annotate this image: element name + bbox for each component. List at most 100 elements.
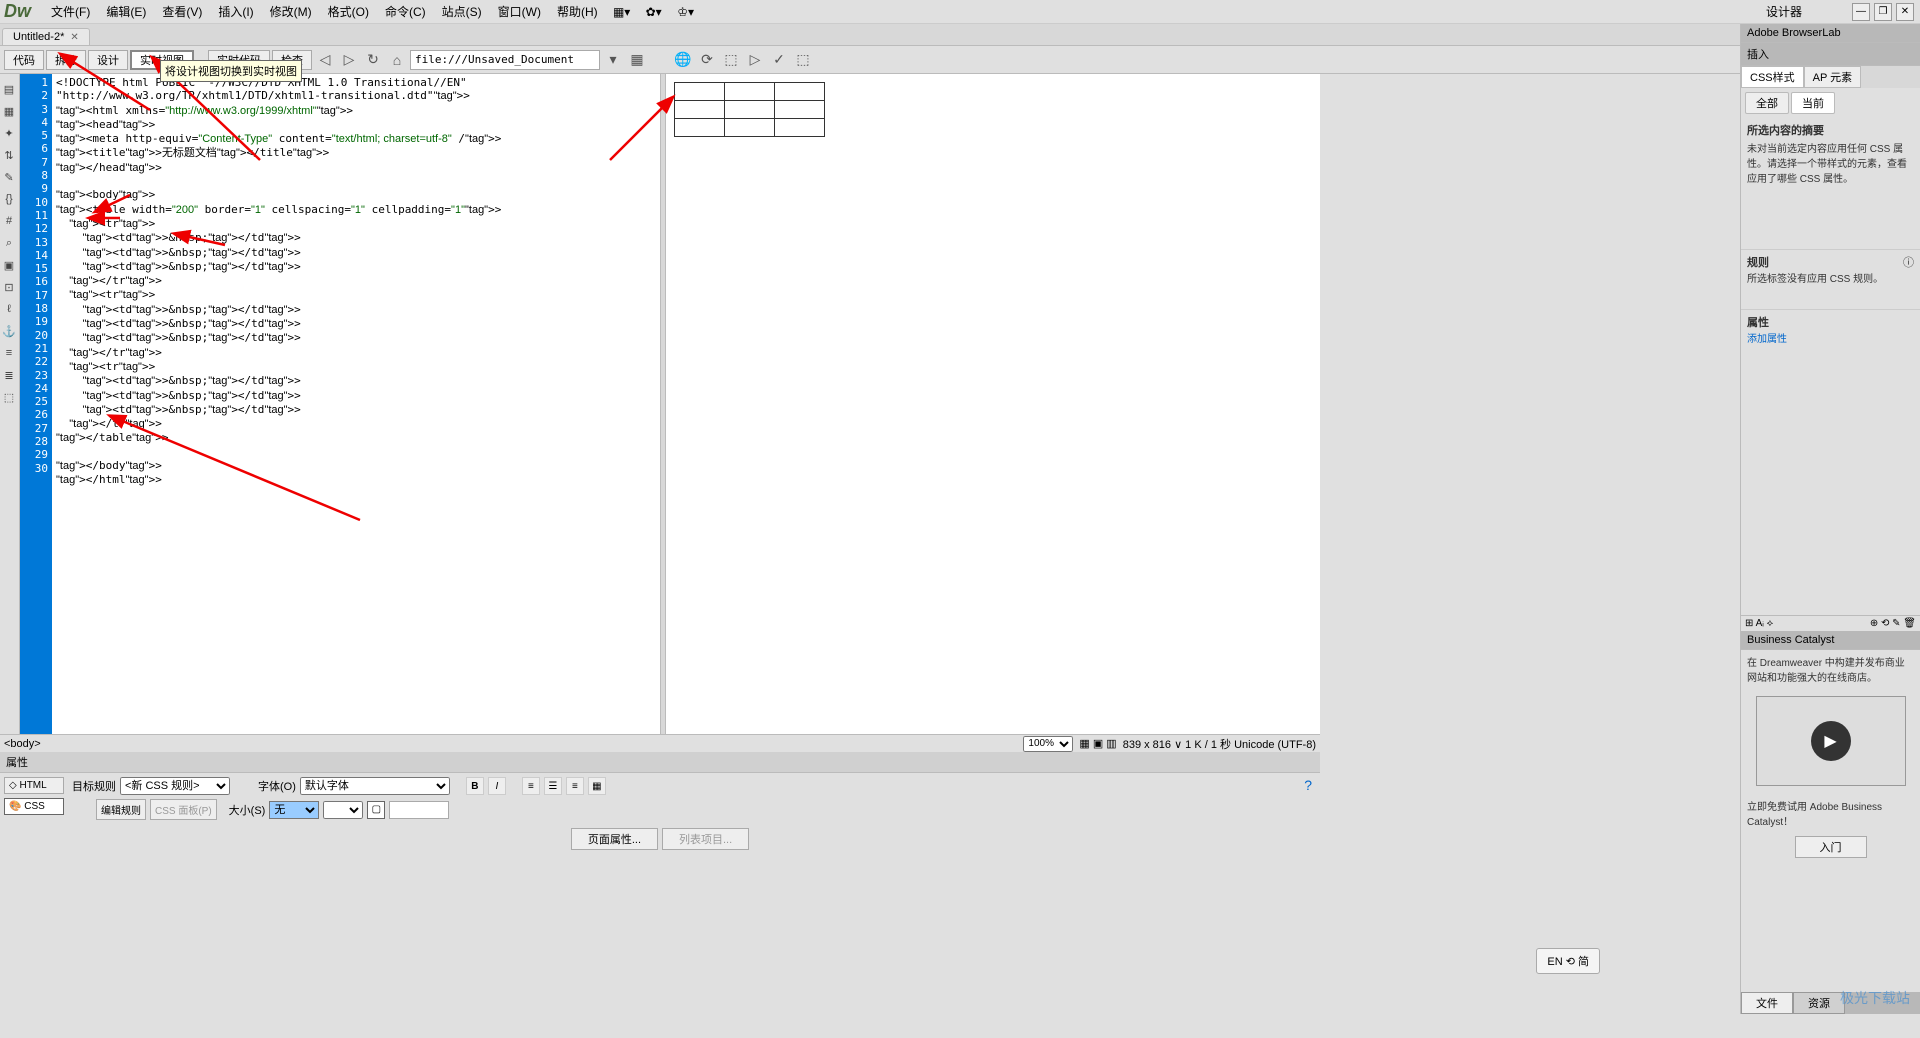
- props-css-button[interactable]: 🎨 CSS: [4, 798, 64, 815]
- play-icon[interactable]: ▶: [1811, 721, 1851, 761]
- unit-select[interactable]: [323, 801, 363, 819]
- menu-help[interactable]: 帮助(H): [549, 1, 606, 22]
- close-button[interactable]: ✕: [1896, 3, 1914, 21]
- tool-icon-4[interactable]: ⬚: [720, 49, 742, 71]
- extend-icon[interactable]: ✿▾: [642, 3, 666, 21]
- align-justify-button[interactable]: ▦: [588, 777, 606, 795]
- tab-close-icon[interactable]: ✕: [70, 32, 78, 43]
- menu-view[interactable]: 查看(V): [154, 1, 210, 22]
- resources-tab[interactable]: 资源: [1793, 992, 1845, 1014]
- code-tool-9[interactable]: ▣: [0, 256, 18, 274]
- bc-description: 在 Dreamweaver 中构建并发布商业网站和功能强大的在线商店。: [1741, 650, 1920, 688]
- code-tool-1[interactable]: ▤: [0, 80, 18, 98]
- tool-icon-3[interactable]: ⟳: [696, 49, 718, 71]
- code-tool-10[interactable]: ⊡: [0, 278, 18, 296]
- menu-site[interactable]: 站点(S): [434, 1, 490, 22]
- menu-insert[interactable]: 插入(I): [210, 1, 261, 22]
- code-tool-3[interactable]: ✦: [0, 124, 18, 142]
- ap-elements-tab[interactable]: AP 元素: [1804, 66, 1862, 88]
- font-select[interactable]: 默认字体: [300, 777, 450, 795]
- italic-button[interactable]: I: [488, 777, 506, 795]
- tooltip-live-view: 将设计视图切换到实时视图: [160, 60, 302, 82]
- menu-edit[interactable]: 编辑(E): [98, 1, 154, 22]
- rules-info-icon[interactable]: ⓘ: [1903, 254, 1914, 270]
- code-tool-11[interactable]: ℓ: [0, 300, 18, 318]
- page-properties-button[interactable]: 页面属性...: [571, 828, 658, 850]
- edit-rule-button[interactable]: 编辑规则: [96, 799, 146, 820]
- minimize-button[interactable]: —: [1852, 3, 1870, 21]
- menu-modify[interactable]: 修改(M): [262, 1, 320, 22]
- tool-icon-5[interactable]: ▷: [744, 49, 766, 71]
- menu-commands[interactable]: 命令(C): [377, 1, 434, 22]
- code-tool-14[interactable]: ≣: [0, 366, 18, 384]
- code-tool-5[interactable]: ✎: [0, 168, 18, 186]
- preview-table[interactable]: [674, 82, 825, 137]
- css-panel-button[interactable]: CSS 面板(P): [150, 799, 217, 820]
- site-icon[interactable]: ♔▾: [674, 3, 698, 21]
- code-tool-2[interactable]: ▦: [0, 102, 18, 120]
- properties-title[interactable]: 属性: [0, 752, 1320, 773]
- ime-indicator[interactable]: EN ⟲ 简: [1536, 948, 1600, 974]
- dropdown-icon[interactable]: ▾: [602, 49, 624, 71]
- align-left-button[interactable]: ≡: [522, 777, 540, 795]
- code-tool-12[interactable]: ⚓: [0, 322, 18, 340]
- bc-trial-link[interactable]: 立即免费试用 Adobe Business Catalyst！: [1741, 794, 1920, 832]
- code-tool-4[interactable]: ⇅: [0, 146, 18, 164]
- main-area: ▤ ▦ ✦ ⇅ ✎ {} # ⌕ ▣ ⊡ ℓ ⚓ ≡ ≣ ⬚ 123456789…: [0, 74, 1320, 734]
- menu-file[interactable]: 文件(F): [43, 1, 98, 22]
- tool-icon-6[interactable]: ✓: [768, 49, 790, 71]
- tool-icon-7[interactable]: ⬚: [792, 49, 814, 71]
- refresh-icon[interactable]: ↻: [362, 49, 384, 71]
- tool-icon-1[interactable]: ▦: [626, 49, 648, 71]
- home-icon[interactable]: ⌂: [386, 49, 408, 71]
- css-panel-icons-right[interactable]: ⊕ ⟲ ✎ 🗑: [1870, 618, 1916, 629]
- workspace-designer[interactable]: 设计器: [1758, 1, 1810, 22]
- menu-format[interactable]: 格式(O): [320, 1, 377, 22]
- css-panel-icons-left[interactable]: ⊞ Aᵢ ⟡: [1745, 618, 1773, 629]
- css-styles-tab[interactable]: CSS样式: [1741, 66, 1804, 88]
- view-icons[interactable]: ▦ ▣ ▥: [1079, 737, 1116, 750]
- business-catalyst-header[interactable]: Business Catalyst: [1741, 631, 1920, 650]
- code-tool-13[interactable]: ≡: [0, 344, 18, 362]
- bc-start-button[interactable]: 入门: [1795, 836, 1867, 858]
- code-editor[interactable]: 1234567891011121314151617181920212223242…: [20, 74, 660, 734]
- design-preview[interactable]: [666, 74, 1320, 734]
- code-tool-15[interactable]: ⬚: [0, 388, 18, 406]
- document-tabs: Untitled-2* ✕: [0, 24, 1920, 46]
- props-html-button[interactable]: ◇ HTML: [4, 777, 64, 794]
- bold-button[interactable]: B: [466, 777, 484, 795]
- view-design-button[interactable]: 设计: [88, 50, 128, 70]
- insert-panel-header[interactable]: 插入: [1741, 43, 1920, 66]
- tool-icon-2[interactable]: 🌐: [672, 49, 694, 71]
- maximize-button[interactable]: ❐: [1874, 3, 1892, 21]
- layout-icon[interactable]: ▦▾: [610, 3, 634, 21]
- browserlab-panel-header[interactable]: Adobe BrowserLab: [1741, 24, 1920, 43]
- css-current-button[interactable]: 当前: [1791, 92, 1835, 114]
- files-tab[interactable]: 文件: [1741, 992, 1793, 1014]
- code-tool-8[interactable]: ⌕: [0, 234, 18, 252]
- align-center-button[interactable]: ☰: [544, 777, 562, 795]
- file-tab-untitled[interactable]: Untitled-2* ✕: [2, 28, 90, 45]
- nav-forward-icon[interactable]: ▷: [338, 49, 360, 71]
- view-split-button[interactable]: 拆分: [46, 50, 86, 70]
- zoom-selector[interactable]: 100%: [1023, 736, 1073, 752]
- align-right-button[interactable]: ≡: [566, 777, 584, 795]
- css-all-button[interactable]: 全部: [1745, 92, 1789, 114]
- code-content[interactable]: <!DOCTYPE html PUBLIC "-//W3C//DTD XHTML…: [52, 74, 660, 734]
- list-item-button: 列表项目...: [662, 828, 749, 850]
- color-swatch[interactable]: ▢: [367, 801, 385, 819]
- size-select[interactable]: 无: [269, 801, 319, 819]
- tag-selector-bar: <body> 100% ▦ ▣ ▥ 839 x 816 ∨ 1 K / 1 秒 …: [0, 734, 1320, 752]
- menu-window[interactable]: 窗口(W): [490, 1, 549, 22]
- help-icon[interactable]: ?: [1304, 777, 1312, 820]
- add-property-link[interactable]: 添加属性: [1747, 330, 1914, 345]
- tag-selector[interactable]: <body>: [4, 738, 41, 750]
- target-rule-select[interactable]: <新 CSS 规则>: [120, 777, 230, 795]
- code-tool-6[interactable]: {}: [0, 190, 18, 208]
- bc-video-thumbnail[interactable]: ▶: [1756, 696, 1906, 786]
- address-input[interactable]: [410, 50, 600, 70]
- code-tool-7[interactable]: #: [0, 212, 18, 230]
- view-code-button[interactable]: 代码: [4, 50, 44, 70]
- color-input[interactable]: [389, 801, 449, 819]
- nav-back-icon[interactable]: ◁: [314, 49, 336, 71]
